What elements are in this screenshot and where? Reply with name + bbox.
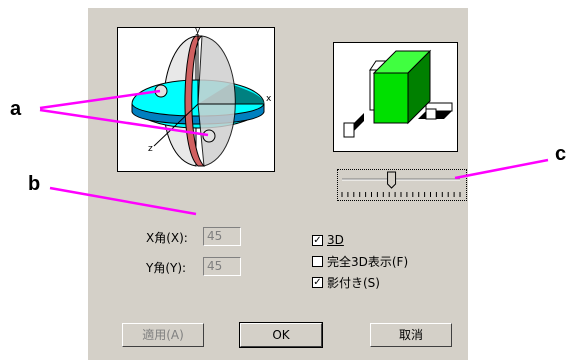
x-angle-label: X角(X): (146, 231, 188, 245)
full-3d-label: 完全3D表示(F) (327, 255, 409, 269)
shadow-label: 影付き(S) (327, 276, 380, 290)
shadow-checkbox[interactable]: ✓ (312, 277, 323, 288)
slider-ticks (341, 192, 461, 197)
rotation-preview-graphic (131, 34, 265, 167)
cube-preview (333, 42, 458, 152)
three-d-option[interactable]: ✓ 3D (312, 233, 344, 247)
x-angle-input[interactable]: 45 (203, 227, 241, 246)
rotation-preview[interactable]: y x z (117, 26, 275, 172)
y-angle-label: Y角(Y): (146, 261, 187, 275)
shadow-option[interactable]: ✓ 影付き(S) (312, 274, 380, 291)
apply-button[interactable]: 適用(A) (122, 323, 204, 347)
cube-graphic (343, 49, 453, 138)
depth-slider[interactable] (337, 169, 467, 201)
y-angle-input[interactable]: 45 (203, 257, 241, 276)
callout-c: c (555, 143, 567, 165)
slider-graphic (341, 171, 461, 197)
full-3d-option[interactable]: 完全3D表示(F) (312, 253, 408, 270)
full-3d-checkbox[interactable] (312, 256, 323, 267)
three-d-label: 3D (327, 233, 344, 247)
z-axis-label: z (148, 144, 153, 154)
y-axis-label: y (195, 26, 201, 36)
slider-thumb (387, 171, 397, 189)
ok-button[interactable]: OK (239, 322, 323, 348)
callout-a: a (10, 98, 22, 120)
callout-b: b (28, 173, 41, 195)
three-d-checkbox[interactable]: ✓ (312, 234, 323, 246)
x-axis-label: x (266, 94, 272, 104)
cancel-button[interactable]: 取消 (370, 323, 452, 347)
